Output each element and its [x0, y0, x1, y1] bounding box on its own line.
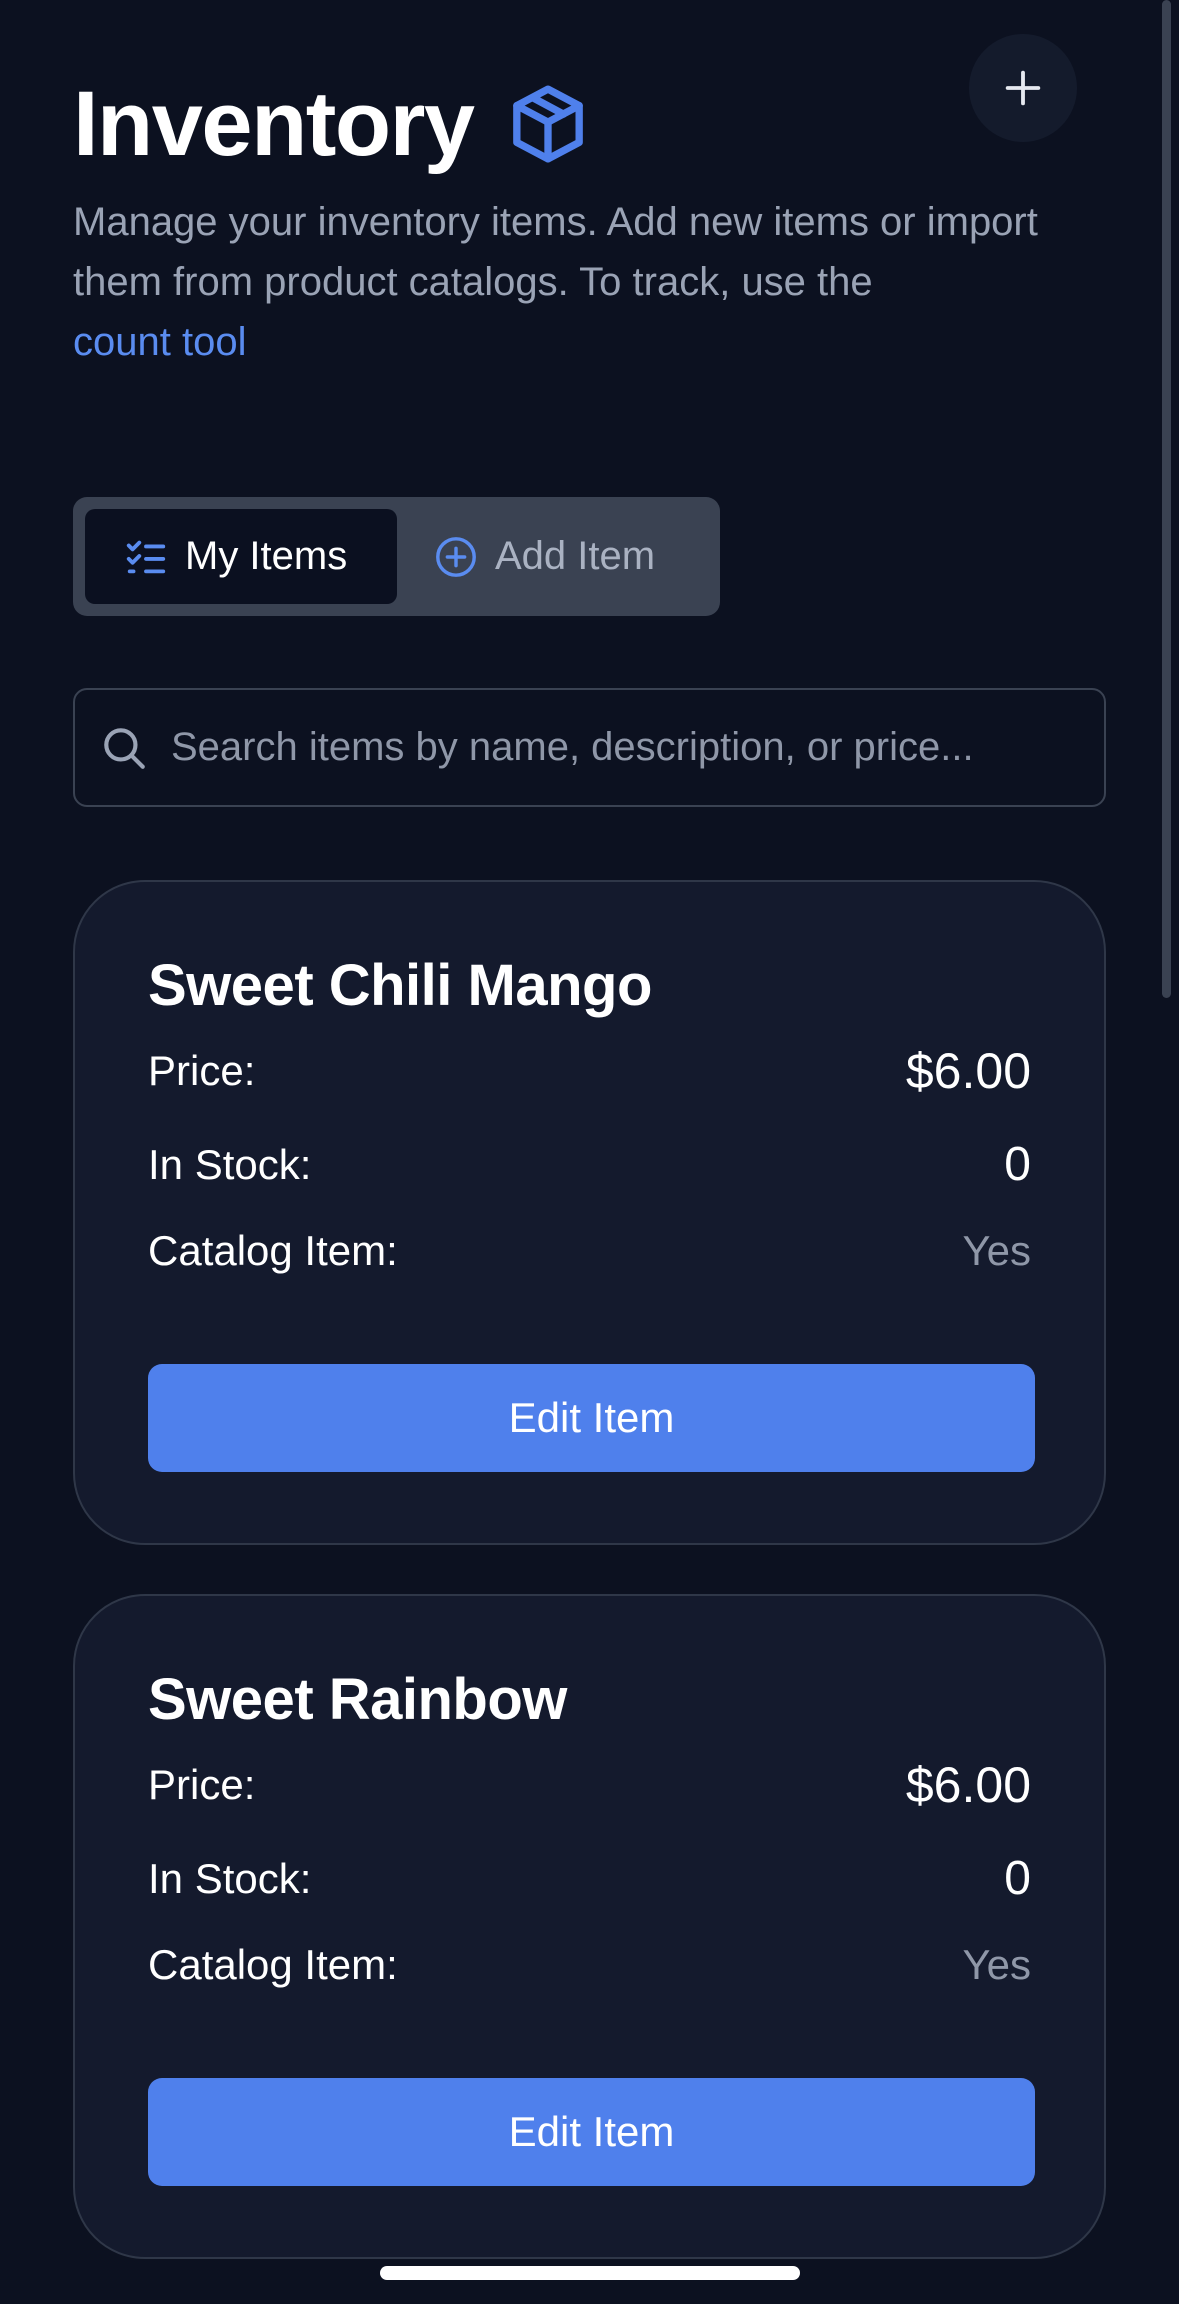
price-value: $6.00	[905, 1757, 1031, 1813]
price-label: Price:	[148, 1761, 256, 1808]
tab-my-items[interactable]: My Items	[85, 509, 397, 604]
tab-add-item-label: Add Item	[495, 534, 656, 578]
stock-row: In Stock: 0	[148, 1137, 1031, 1192]
stock-row: In Stock: 0	[148, 1851, 1031, 1906]
price-label: Price:	[148, 1047, 256, 1094]
subtitle-text: Manage your inventory items. Add new ite…	[73, 200, 1038, 304]
item-card: Sweet Rainbow Price: $6.00 In Stock: 0 C…	[73, 1594, 1106, 2259]
search-icon	[99, 723, 149, 773]
stock-value: 0	[1004, 1138, 1031, 1191]
price-row: Price: $6.00	[148, 1756, 1031, 1814]
edit-item-button[interactable]: Edit Item	[148, 1364, 1035, 1472]
stock-label: In Stock:	[148, 1140, 312, 1188]
page-subtitle: Manage your inventory items. Add new ite…	[73, 192, 1123, 372]
plus-circle-icon	[433, 534, 479, 580]
home-indicator[interactable]	[380, 2266, 800, 2280]
catalog-label: Catalog Item:	[148, 1941, 398, 1988]
title-row: Inventory	[73, 72, 592, 176]
count-tool-link[interactable]: count tool	[73, 320, 246, 364]
catalog-value: Yes	[962, 1941, 1031, 1988]
plus-icon	[1000, 65, 1046, 111]
catalog-row: Catalog Item: Yes	[148, 1941, 1031, 1989]
inventory-screen: Inventory Manage your inventory items. A…	[0, 0, 1179, 2304]
tab-add-item[interactable]: Add Item	[397, 509, 655, 604]
item-name: Sweet Rainbow	[148, 1667, 567, 1732]
checklist-icon	[123, 534, 169, 580]
tab-switcher: My Items Add Item	[73, 497, 720, 616]
price-row: Price: $6.00	[148, 1042, 1031, 1100]
search-input[interactable]	[171, 707, 1104, 788]
price-value: $6.00	[905, 1043, 1031, 1099]
catalog-label: Catalog Item:	[148, 1227, 398, 1274]
stock-value: 0	[1004, 1852, 1031, 1905]
item-name: Sweet Chili Mango	[148, 953, 652, 1018]
search-bar	[73, 688, 1106, 807]
add-fab-button[interactable]	[969, 34, 1077, 142]
catalog-row: Catalog Item: Yes	[148, 1227, 1031, 1275]
edit-item-button[interactable]: Edit Item	[148, 2078, 1035, 2186]
box-icon	[504, 80, 592, 168]
page-title: Inventory	[73, 73, 475, 175]
item-card: Sweet Chili Mango Price: $6.00 In Stock:…	[73, 880, 1106, 1545]
stock-label: In Stock:	[148, 1854, 312, 1902]
scrollbar[interactable]	[1162, 0, 1171, 998]
catalog-value: Yes	[962, 1227, 1031, 1274]
tab-my-items-label: My Items	[185, 534, 348, 578]
